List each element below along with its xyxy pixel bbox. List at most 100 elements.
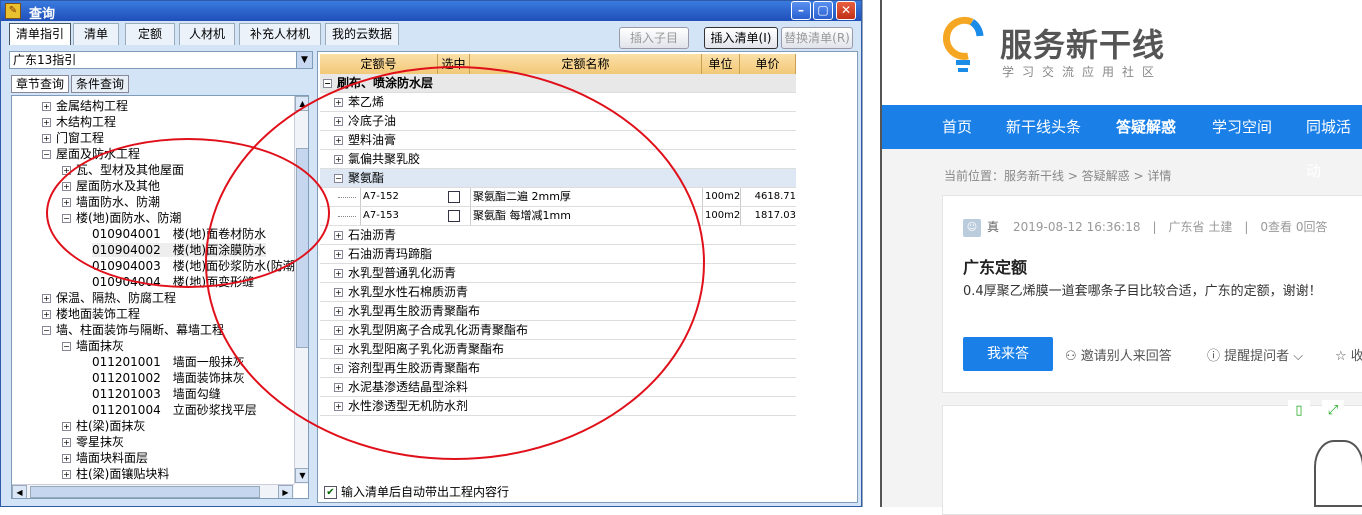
collect-link[interactable]: ☆ 收 — [1335, 345, 1362, 364]
main-nav: 首页 新干线头条 答疑解惑 学习空间 同城活动 — [882, 105, 1362, 180]
nav-headlines[interactable]: 新干线头条 — [1006, 105, 1081, 149]
avatar-icon[interactable]: ☺ — [963, 218, 981, 237]
tree-leaf-item[interactable]: 011201004 立面砂浆找平层 — [92, 402, 257, 418]
star-icon: ☆ — [1335, 349, 1351, 364]
quota-unit: 100m2 — [702, 188, 740, 206]
tab-cloud-data[interactable]: 我的云数据 — [325, 23, 399, 45]
question-card: ☺ 真 2019-08-12 16:36:18 | 广东省 土建 | 0查看 0回答… — [942, 195, 1362, 393]
insert-child-button[interactable]: 插入子目 — [619, 27, 689, 49]
tree-node[interactable]: + 墙面块料面层 — [62, 450, 148, 466]
nav-learning[interactable]: 学习空间 — [1212, 105, 1272, 149]
col-unit[interactable]: 单位 — [702, 54, 740, 74]
question-title: 广东定额 — [963, 258, 1028, 277]
tree-horizontal-scrollbar[interactable]: ◀ ▶ — [12, 484, 294, 498]
dialog-titlebar[interactable]: ✎ 查询 – ▢ ✕ — [1, 1, 861, 22]
nav-home[interactable]: 首页 — [942, 105, 972, 149]
collapse-icon[interactable]: − — [42, 326, 51, 335]
scroll-down-icon[interactable]: ▼ — [295, 468, 308, 483]
view-count: 0查看 — [1260, 220, 1293, 234]
tree-node[interactable]: + 零星抹灰 — [62, 434, 124, 450]
question-description: 0.4厚聚乙烯膜一道套哪条子目比较合适，广东的定额，谢谢！ — [963, 284, 1322, 299]
tab-list-guide[interactable]: 清单指引 — [9, 23, 71, 45]
guide-library-select[interactable]: 广东13指引 ▼ — [9, 51, 313, 69]
answer-count: 0回答 — [1295, 220, 1328, 234]
tab-quota[interactable]: 定额 — [125, 23, 175, 45]
quota-unit: 100m2 — [702, 207, 740, 225]
checkbox-checked-icon[interactable]: ✔ — [324, 486, 337, 499]
nav-events[interactable]: 同城活动 — [1306, 105, 1362, 180]
site-slogan: 学习交流应用社区 — [1002, 65, 1163, 79]
tree-node[interactable]: + 柱(梁)面抹灰 — [62, 418, 145, 434]
tree-node-label: 木结构工程 — [56, 115, 117, 129]
tab-list[interactable]: 清单 — [73, 23, 119, 45]
phone-icon[interactable]: ▯ — [1288, 400, 1310, 422]
tree-node[interactable]: + 楼地面装饰工程 — [42, 306, 140, 322]
expand-icon[interactable]: + — [62, 470, 71, 479]
expand-icon[interactable]: + — [62, 438, 71, 447]
background-window-edge — [862, 0, 880, 507]
tree-leaf-item[interactable]: 011201003 墙面勾缝 — [92, 386, 221, 402]
remind-label: 提醒提问者 — [1224, 349, 1290, 364]
tree-node-label: 011201003 墙面勾缝 — [92, 387, 221, 401]
answer-button[interactable]: 我来答 — [963, 337, 1053, 371]
tree-node[interactable]: + 柱(梁)面镶贴块料 — [62, 466, 169, 482]
tree-node[interactable]: + 金属结构工程 — [42, 98, 128, 114]
invite-label: 邀请别人来回答 — [1080, 349, 1172, 364]
close-button[interactable]: ✕ — [836, 1, 856, 20]
user-icon: ⚇ — [1065, 349, 1081, 364]
site-brand[interactable]: 服务新干线 — [1000, 20, 1165, 66]
expand-icon[interactable]: + — [42, 134, 51, 143]
tree-leaf-item[interactable]: 011201001 墙面一般抹灰 — [92, 354, 245, 370]
expand-icon[interactable]: ⤢ — [1322, 400, 1344, 422]
guide-library-value: 广东13指引 — [13, 53, 77, 67]
remind-link[interactable]: ⓘ 提醒提问者 ⌵ — [1207, 345, 1303, 364]
post-datetime: 2019-08-12 16:36:18 — [1013, 220, 1141, 234]
insert-list-button[interactable]: 插入清单(I) — [704, 27, 778, 49]
tab-supplement[interactable]: 补充人材机 — [239, 23, 321, 45]
expand-icon[interactable]: + — [62, 422, 71, 431]
collapse-icon[interactable]: − — [62, 342, 71, 351]
tree-node-label: 门窗工程 — [56, 131, 105, 145]
tree-node-label: 墙面块料面层 — [76, 451, 149, 465]
expand-icon[interactable]: + — [62, 454, 71, 463]
expand-icon[interactable]: + — [42, 102, 51, 111]
auto-content-label: 输入清单后自动带出工程内容行 — [341, 485, 510, 499]
invite-link[interactable]: ⚇ 邀请别人来回答 — [1065, 345, 1172, 364]
collapse-icon[interactable]: − — [323, 79, 332, 88]
tree-node[interactable]: + 保温、隔热、防腐工程 — [42, 290, 176, 306]
tree-node[interactable]: + 门窗工程 — [42, 130, 104, 146]
scroll-left-icon[interactable]: ◀ — [12, 485, 27, 498]
tree-node-label: 011201004 立面砂浆找平层 — [92, 403, 257, 417]
tree-leaf-item[interactable]: 011201002 墙面装饰抹灰 — [92, 370, 245, 386]
tree-node[interactable]: + 木结构工程 — [42, 114, 116, 130]
expand-icon[interactable]: + — [42, 118, 51, 127]
collect-label: 收 — [1350, 349, 1362, 364]
col-price[interactable]: 单价 — [740, 54, 796, 74]
tree-node-label: 保温、隔热、防腐工程 — [56, 291, 177, 305]
scroll-right-icon[interactable]: ▶ — [278, 485, 293, 498]
expand-icon[interactable]: + — [42, 294, 51, 303]
site-header: 服务新干线 学习交流应用社区 — [882, 0, 1362, 105]
chevron-down-icon[interactable]: ▼ — [296, 52, 312, 68]
maximize-button[interactable]: ▢ — [813, 1, 833, 20]
tree-node[interactable]: − 墙面抹灰 — [62, 338, 124, 354]
tree-node-label: 011201001 墙面一般抹灰 — [92, 355, 245, 369]
hscroll-thumb[interactable] — [30, 486, 260, 498]
collapse-icon[interactable]: − — [42, 150, 51, 159]
tree-node-label: 楼地面装饰工程 — [56, 307, 141, 321]
replace-list-button[interactable]: 替换清单(R) — [781, 27, 853, 49]
tab-condition-query[interactable]: 条件查询 — [71, 75, 129, 93]
nav-qa[interactable]: 答疑解惑 — [1116, 105, 1176, 149]
breadcrumb: 当前位置：服务新干线 > 答疑解惑 > 详情 — [944, 169, 1172, 183]
info-circle-icon: ⓘ — [1207, 349, 1225, 364]
author-name[interactable]: 真 — [987, 220, 999, 234]
auto-content-checkbox[interactable]: ✔ 输入清单后自动带出工程内容行 — [324, 483, 509, 500]
tree-node[interactable]: − 墙、柱面装饰与隔断、幕墙工程 — [42, 322, 224, 338]
expand-icon[interactable]: + — [42, 310, 51, 319]
tree-node-label: 011201002 墙面装饰抹灰 — [92, 371, 245, 385]
tab-labor-material[interactable]: 人材机 — [179, 23, 235, 45]
chevron-down-icon: ⌵ — [1289, 349, 1304, 364]
minimize-button[interactable]: – — [791, 1, 811, 20]
tab-chapter-query[interactable]: 章节查询 — [11, 75, 69, 93]
post-location: 广东省 土建 — [1168, 220, 1233, 234]
